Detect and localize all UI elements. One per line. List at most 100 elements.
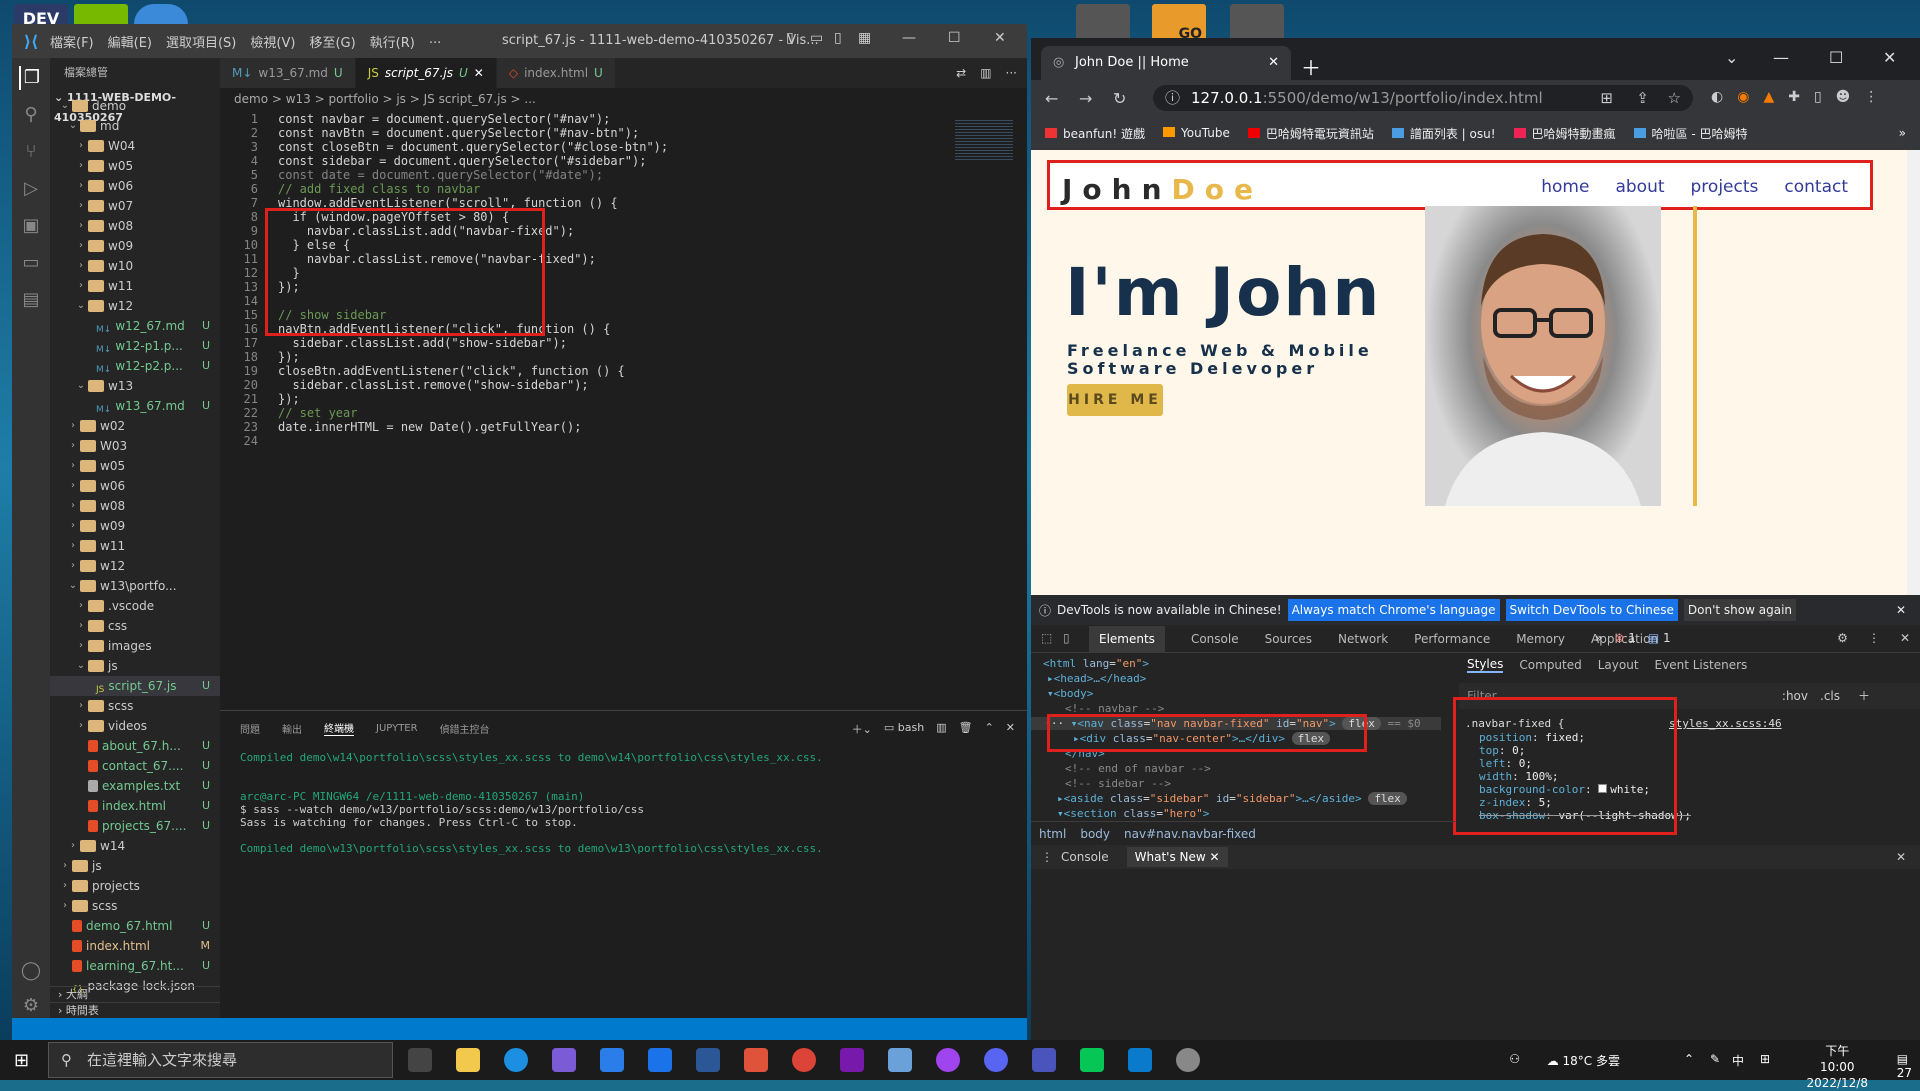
tree-item[interactable]: ⌄ w12: [50, 296, 220, 316]
calculator-icon[interactable]: [888, 1048, 912, 1072]
jupyter-icon[interactable]: ▤: [19, 288, 43, 312]
devtools-tab-elements[interactable]: Elements: [1089, 625, 1165, 652]
bookmark-star-icon[interactable]: ☆: [1668, 85, 1681, 111]
hire-me-button[interactable]: HIRE ME: [1067, 384, 1163, 416]
close-window-button[interactable]: ✕: [1883, 48, 1896, 67]
panel-tab[interactable]: 偵錯主控台: [440, 721, 490, 736]
explorer-icon[interactable]: ❐: [19, 66, 43, 90]
panel-tab[interactable]: 終端機: [324, 720, 354, 736]
extension-icon[interactable]: ◐: [1711, 89, 1723, 105]
tree-item[interactable]: M↓ w12_67.md U: [50, 316, 220, 336]
tree-item[interactable]: ⌄ demo: [50, 96, 220, 116]
tree-item[interactable]: › js: [50, 856, 220, 876]
new-rule-icon[interactable]: ＋: [1858, 683, 1870, 709]
puzzle-icon[interactable]: ✚: [1788, 89, 1800, 105]
share-icon[interactable]: ⇪: [1636, 85, 1649, 111]
styles-tab-styles[interactable]: Styles: [1467, 657, 1504, 673]
close-tab-icon[interactable]: ✕: [1268, 46, 1279, 80]
menu-item[interactable]: ···: [429, 36, 441, 51]
browser-tab[interactable]: ◎ John Doe || Home ✕: [1041, 46, 1291, 80]
code-editor[interactable]: 1 const navbar = document.querySelector("…: [220, 110, 1027, 710]
tree-item[interactable]: › .vscode: [50, 596, 220, 616]
devtools-tab-network[interactable]: Network: [1338, 632, 1388, 646]
bookmark-item[interactable]: 巴哈姆特動畫瘋: [1513, 125, 1616, 142]
tab-script-js[interactable]: JS script_67.js U ✕: [355, 58, 497, 88]
elements-crumb[interactable]: html: [1039, 827, 1066, 841]
error-count[interactable]: ⊗ 1: [1614, 631, 1636, 645]
elements-crumb[interactable]: body: [1080, 827, 1110, 841]
bookmark-item[interactable]: 譜面列表 | osu!: [1391, 125, 1496, 142]
device-toolbar-icon[interactable]: ▯: [1063, 631, 1070, 645]
minimize-button[interactable]: —: [1773, 48, 1789, 67]
hov-toggle[interactable]: :hov: [1782, 683, 1808, 709]
elements-tree[interactable]: <html lang="en"> ▸<head>…</head> ▾<body>…: [1031, 653, 1455, 821]
code-line[interactable]: const closeBtn = document.querySelector(…: [278, 140, 668, 154]
line-icon[interactable]: [1080, 1048, 1104, 1072]
tree-item[interactable]: › scss: [50, 896, 220, 916]
site-nav-about[interactable]: about: [1615, 177, 1664, 197]
weather-widget[interactable]: ☁ 18°C 多雲: [1547, 1052, 1620, 1069]
new-tab-button[interactable]: ＋: [1301, 52, 1321, 81]
code-line[interactable]: date.innerHTML = new Date().getFullYear(…: [278, 420, 581, 434]
bookmark-item[interactable]: beanfun! 遊戲: [1045, 125, 1145, 142]
rss-extension-icon[interactable]: ◉: [1737, 89, 1749, 105]
tray-expand-icon[interactable]: ⌃: [1684, 1052, 1694, 1066]
new-terminal-icon[interactable]: ＋⌄: [852, 721, 872, 737]
close-drawer-icon[interactable]: ✕: [1896, 850, 1906, 864]
menu-item[interactable]: 檢視(V): [250, 36, 295, 51]
word-icon[interactable]: [696, 1048, 720, 1072]
menu-item[interactable]: 執行(R): [370, 36, 415, 51]
store-icon[interactable]: [600, 1048, 624, 1072]
terminal-shell-label[interactable]: ▭ bash: [884, 721, 924, 737]
timeline-section[interactable]: › 時間表: [50, 1002, 220, 1018]
kill-terminal-icon[interactable]: 🗑: [959, 721, 973, 737]
code-line[interactable]: closeBtn.addEventListener("click", funct…: [278, 364, 625, 378]
side-panel-icon[interactable]: ▯: [1814, 89, 1822, 105]
tree-item[interactable]: demo_67.html U: [50, 916, 220, 936]
panel-tab[interactable]: JUPYTER: [376, 723, 418, 734]
clock[interactable]: 下午 10:00 2022/12/8: [1806, 1043, 1868, 1091]
tree-item[interactable]: index.html U: [50, 796, 220, 816]
menu-item[interactable]: 編輯(E): [108, 36, 152, 51]
split-editor-icon[interactable]: ▥: [980, 58, 991, 88]
taskbar-search[interactable]: ⚲ 在這裡輸入文字來搜尋: [48, 1042, 393, 1078]
tree-item[interactable]: › w06: [50, 476, 220, 496]
inspect-element-icon[interactable]: ⬚: [1041, 631, 1052, 645]
tree-item[interactable]: › css: [50, 616, 220, 636]
task-view-icon[interactable]: [408, 1048, 432, 1072]
menu-item[interactable]: 選取項目(S): [166, 36, 236, 51]
close-tab-icon[interactable]: ✕: [474, 58, 484, 88]
translate-icon[interactable]: ⊞: [1600, 85, 1613, 111]
address-bar[interactable]: ⓘ 127.0.0.1:5500/demo/w13/portfolio/inde…: [1153, 85, 1693, 111]
tree-item[interactable]: M↓ w12-p2.p... U: [50, 356, 220, 376]
drawer-menu-icon[interactable]: ⋮: [1041, 850, 1053, 864]
code-line[interactable]: sidebar.classList.remove("show-sidebar")…: [278, 378, 588, 392]
panel-tab[interactable]: 問題: [240, 721, 260, 736]
extension-icon-2[interactable]: ▲: [1763, 89, 1774, 105]
site-nav-projects[interactable]: projects: [1691, 177, 1759, 197]
cls-toggle[interactable]: .cls: [1820, 683, 1840, 709]
open-changes-icon[interactable]: ⇄: [956, 58, 966, 88]
run-debug-icon[interactable]: ▷: [19, 177, 43, 201]
more-actions-icon[interactable]: ···: [1006, 58, 1017, 88]
drawer-tab-whats-new[interactable]: What's New ✕: [1126, 847, 1228, 867]
profile-avatar[interactable]: ☻: [1836, 89, 1851, 105]
code-line[interactable]: });: [278, 350, 300, 364]
styles-tab-layout[interactable]: Layout: [1598, 658, 1639, 672]
code-line[interactable]: sidebar.classList.add("show-sidebar");: [278, 336, 567, 350]
code-line[interactable]: });: [278, 392, 300, 406]
edge-icon[interactable]: [504, 1048, 528, 1072]
tree-item[interactable]: › projects: [50, 876, 220, 896]
menu-item[interactable]: 移至(G): [309, 36, 355, 51]
site-logo[interactable]: JohnDoe: [1062, 173, 1263, 206]
code-line[interactable]: const date = document.querySelector("#da…: [278, 168, 603, 182]
more-bookmarks-icon[interactable]: »: [1899, 126, 1906, 140]
windows-start-icon[interactable]: ⊞: [14, 1050, 29, 1071]
close-devtools-icon[interactable]: ✕: [1900, 631, 1910, 645]
account-icon[interactable]: ◯: [21, 960, 41, 981]
layout-panel-icon[interactable]: ▭: [810, 30, 823, 46]
tree-item[interactable]: › w05: [50, 456, 220, 476]
tree-item[interactable]: JS script_67.js U: [50, 676, 220, 696]
switch-chinese-button[interactable]: Switch DevTools to Chinese: [1505, 599, 1678, 621]
customize-layout-icon[interactable]: ▦: [858, 30, 871, 46]
